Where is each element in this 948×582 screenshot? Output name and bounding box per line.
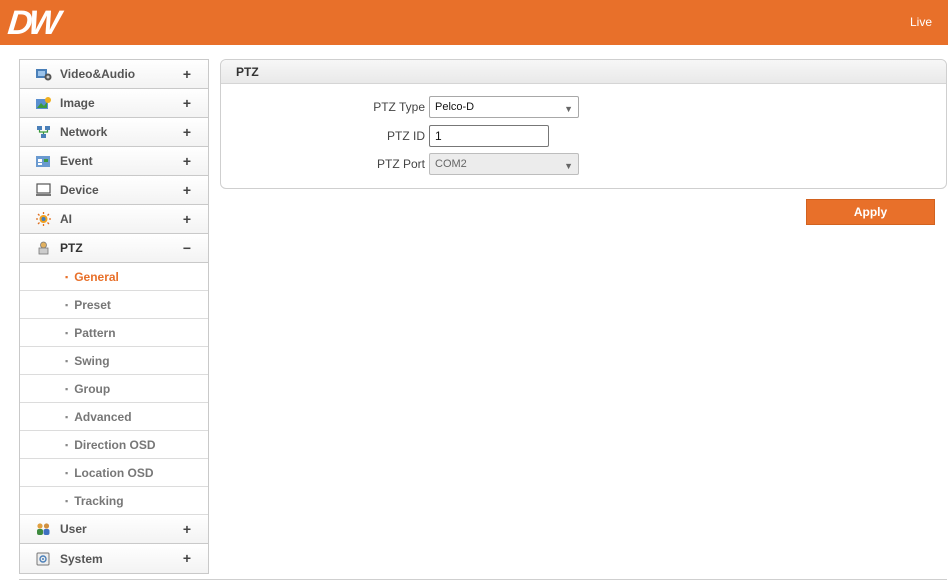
- network-icon: [35, 125, 52, 139]
- expand-icon: +: [182, 124, 191, 140]
- dropdown-arrow-icon: ▼: [564, 161, 573, 171]
- ptz-type-label: PTZ Type: [373, 100, 425, 114]
- sidebar-subitem-general[interactable]: ▪ General: [20, 263, 208, 291]
- live-link[interactable]: Live: [910, 15, 932, 29]
- sidebar-subitem-label: Preset: [74, 297, 111, 312]
- image-icon: [35, 96, 52, 110]
- sidebar-subitem-label: Group: [74, 381, 111, 396]
- sidebar-subitem-tracking[interactable]: ▪ Tracking: [20, 487, 208, 515]
- event-icon: [35, 154, 52, 168]
- sidebar-item-label: System: [60, 551, 103, 566]
- ptz-port-row: PTZ Port COM2 ▼: [221, 153, 946, 175]
- video-audio-icon: [35, 67, 52, 81]
- expand-icon: +: [182, 95, 191, 111]
- expand-icon: +: [182, 153, 191, 169]
- sidebar-subitem-label: Swing: [74, 353, 110, 368]
- sidebar-subitem-label: Pattern: [74, 325, 116, 340]
- expand-icon: +: [182, 66, 191, 82]
- bullet-icon: ▪: [65, 383, 69, 394]
- ptz-id-input[interactable]: 1: [429, 125, 549, 147]
- sidebar-subitem-label: General: [74, 269, 119, 284]
- ai-icon: [35, 212, 52, 226]
- expand-icon: +: [182, 550, 191, 566]
- sidebar-item-user[interactable]: User +: [20, 515, 208, 544]
- bullet-icon: ▪: [65, 495, 69, 506]
- sidebar-item-label: PTZ: [60, 241, 83, 255]
- sidebar-subitem-direction-osd[interactable]: ▪ Direction OSD: [20, 431, 208, 459]
- sidebar-item-label: AI: [60, 212, 72, 226]
- sidebar-subitem-swing[interactable]: ▪ Swing: [20, 347, 208, 375]
- sidebar-item-label: User: [60, 522, 87, 536]
- sidebar-subitem-location-osd[interactable]: ▪ Location OSD: [20, 459, 208, 487]
- ptz-icon: [35, 241, 52, 255]
- ptz-type-value: Pelco-D: [435, 101, 475, 113]
- sidebar-item-label: Image: [60, 96, 95, 110]
- sidebar-subitem-preset[interactable]: ▪ Preset: [20, 291, 208, 319]
- dw-logo: DW: [6, 4, 59, 42]
- sidebar-item-label: Network: [60, 125, 108, 139]
- sidebar-item-ptz[interactable]: PTZ −: [20, 234, 208, 263]
- bullet-icon: ▪: [65, 327, 69, 338]
- ptz-settings-panel: PTZ PTZ Type Pelco-D ▼ PTZ ID 1 PTZ Port…: [220, 59, 947, 189]
- user-icon: [35, 522, 52, 536]
- ptz-id-label: PTZ ID: [387, 129, 425, 143]
- sidebar-item-label: Event: [60, 154, 93, 168]
- sidebar-subitem-label: Tracking: [74, 493, 124, 508]
- ptz-type-row: PTZ Type Pelco-D ▼: [221, 96, 946, 118]
- apply-button[interactable]: Apply: [806, 199, 935, 225]
- expand-icon: +: [182, 182, 191, 198]
- bullet-icon: ▪: [65, 271, 69, 282]
- sidebar-subitem-label: Location OSD: [74, 465, 154, 480]
- bullet-icon: ▪: [65, 355, 69, 366]
- sidebar-item-image[interactable]: Image +: [20, 89, 208, 118]
- sidebar-item-video-audio[interactable]: Video&Audio +: [20, 60, 208, 89]
- expand-icon: +: [182, 521, 191, 537]
- bullet-icon: ▪: [65, 411, 69, 422]
- sidebar-subitem-advanced[interactable]: ▪ Advanced: [20, 403, 208, 431]
- bullet-icon: ▪: [65, 299, 69, 310]
- sidebar-item-label: Device: [60, 183, 99, 197]
- sidebar-subitem-pattern[interactable]: ▪ Pattern: [20, 319, 208, 347]
- sidebar-item-network[interactable]: Network +: [20, 118, 208, 147]
- ptz-port-value: COM2: [435, 158, 467, 170]
- device-icon: [35, 183, 52, 197]
- bullet-icon: ▪: [65, 439, 69, 450]
- collapse-icon: −: [182, 240, 191, 256]
- ptz-port-label: PTZ Port: [376, 157, 425, 171]
- bullet-icon: ▪: [65, 467, 69, 478]
- ptz-id-row: PTZ ID 1: [221, 125, 946, 147]
- sidebar-item-system[interactable]: System +: [20, 544, 208, 573]
- sidebar-menu: Video&Audio + Image + Network + Event + …: [19, 59, 209, 574]
- top-header-bar: DW Live: [0, 0, 948, 45]
- panel-title: PTZ: [221, 60, 946, 84]
- sidebar-item-device[interactable]: Device +: [20, 176, 208, 205]
- sidebar-subitem-label: Advanced: [74, 409, 132, 424]
- system-icon: [35, 552, 52, 566]
- sidebar-item-event[interactable]: Event +: [20, 147, 208, 176]
- divider: [19, 579, 947, 580]
- ptz-type-select[interactable]: Pelco-D ▼: [429, 96, 579, 118]
- sidebar-subitem-label: Direction OSD: [74, 437, 156, 452]
- dropdown-arrow-icon: ▼: [564, 104, 573, 114]
- sidebar-item-ai[interactable]: AI +: [20, 205, 208, 234]
- ptz-port-select[interactable]: COM2 ▼: [429, 153, 579, 175]
- sidebar-item-label: Video&Audio: [60, 67, 136, 81]
- sidebar-subitem-group[interactable]: ▪ Group: [20, 375, 208, 403]
- expand-icon: +: [182, 211, 191, 227]
